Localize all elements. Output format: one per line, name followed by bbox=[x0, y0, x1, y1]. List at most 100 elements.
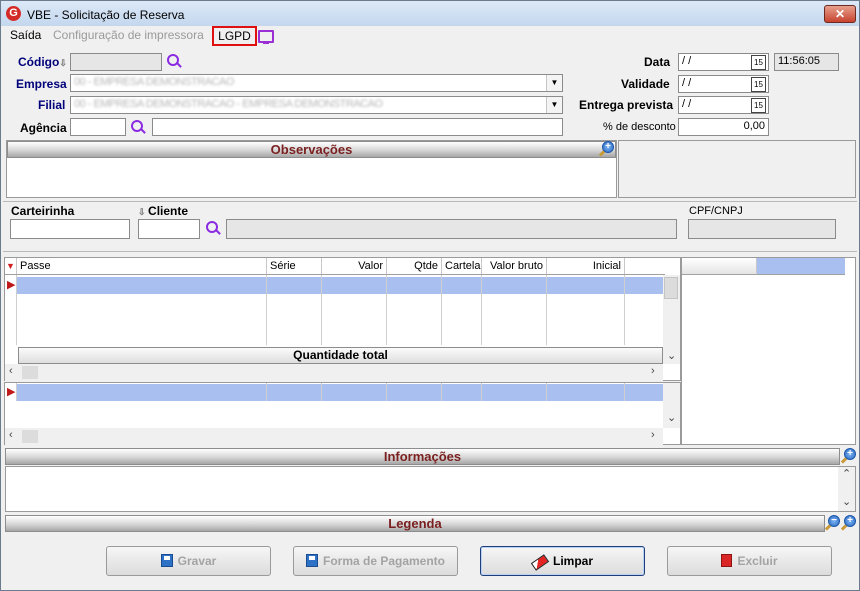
grid-line bbox=[546, 275, 547, 345]
calendar-icon[interactable]: 15 bbox=[751, 98, 766, 113]
table-row[interactable] bbox=[17, 277, 663, 294]
calendar-icon[interactable]: 15 bbox=[751, 77, 766, 92]
window-title: VBE - Solicitação de Reserva bbox=[27, 8, 185, 22]
eraser-icon bbox=[530, 554, 550, 571]
forma-pagamento-button[interactable]: Forma de Pagamento bbox=[293, 546, 458, 576]
save-icon bbox=[160, 554, 173, 567]
col-serie[interactable]: Série bbox=[267, 258, 322, 274]
monitor-icon[interactable] bbox=[258, 30, 274, 44]
chevron-up-icon[interactable]: ⌃ bbox=[842, 467, 851, 480]
grid-line bbox=[441, 275, 442, 345]
col-valor[interactable]: Valor bbox=[322, 258, 387, 274]
filial-label: Filial bbox=[38, 98, 66, 112]
sort-indicator-icon[interactable]: ▼ bbox=[5, 258, 17, 274]
data-value: / / bbox=[682, 55, 692, 67]
scroll-thumb[interactable] bbox=[22, 430, 38, 443]
chevron-right-icon[interactable]: › bbox=[651, 429, 655, 441]
zoom-in-icon[interactable]: + bbox=[598, 141, 614, 157]
table-row[interactable] bbox=[17, 384, 663, 401]
cliente-label: ⇩ Cliente bbox=[138, 204, 189, 218]
data-input[interactable]: / / 15 bbox=[678, 53, 769, 71]
grid-line bbox=[321, 275, 322, 345]
cpf-cnpj-label: CPF/CNPJ bbox=[689, 205, 743, 217]
chevron-left-icon[interactable]: ‹ bbox=[9, 365, 13, 377]
scroll-thumb[interactable] bbox=[664, 277, 678, 299]
cliente-code-input[interactable] bbox=[138, 219, 200, 239]
grid-line bbox=[441, 383, 442, 401]
divider bbox=[3, 251, 857, 252]
zoom-in-icon[interactable]: + bbox=[840, 448, 856, 464]
col-valor-bruto[interactable]: Valor bruto bbox=[482, 258, 547, 274]
codigo-input[interactable] bbox=[70, 53, 162, 71]
limpar-button[interactable]: Limpar bbox=[480, 546, 645, 576]
side-grid-header-cell[interactable] bbox=[682, 258, 757, 275]
empresa-label: Empresa bbox=[16, 77, 67, 91]
chevron-right-icon[interactable]: › bbox=[651, 365, 655, 377]
row-pointer-icon: ▶ bbox=[7, 279, 16, 291]
grid-line bbox=[386, 383, 387, 401]
col-cartela[interactable]: Cartela bbox=[442, 258, 482, 274]
entrega-prevista-value: / / bbox=[682, 98, 692, 110]
horizontal-scrollbar[interactable]: ‹ › bbox=[5, 428, 663, 445]
chevron-down-icon[interactable]: ⌄ bbox=[667, 349, 676, 362]
informacoes-panel[interactable]: ⌃ ⌄ bbox=[5, 466, 856, 512]
chevron-down-icon[interactable]: ⌄ bbox=[842, 495, 851, 508]
validade-label: Validade bbox=[621, 77, 670, 91]
grid-line bbox=[321, 383, 322, 401]
details-grid[interactable]: ▶ ⌄ ‹ › bbox=[4, 382, 681, 445]
zoom-out-icon[interactable]: − bbox=[824, 515, 840, 531]
menu-configuracao-impressora[interactable]: Configuração de impressora bbox=[53, 28, 204, 42]
row-pointer-icon: ▶ bbox=[7, 386, 16, 398]
search-icon[interactable] bbox=[131, 120, 146, 134]
zoom-in-icon[interactable]: + bbox=[840, 515, 856, 531]
empresa-select[interactable]: 00 - EMPRESA DEMONSTRACAO ▼ bbox=[70, 74, 563, 92]
agencia-name-input[interactable] bbox=[152, 118, 563, 136]
gravar-button[interactable]: Gravar bbox=[106, 546, 271, 576]
grid-line bbox=[481, 275, 482, 345]
scroll-thumb[interactable] bbox=[22, 366, 38, 379]
observacoes-side-panel bbox=[618, 140, 856, 198]
trash-icon bbox=[721, 554, 733, 567]
close-button[interactable]: ✕ bbox=[824, 5, 856, 23]
search-icon[interactable] bbox=[167, 54, 182, 68]
search-icon[interactable] bbox=[206, 221, 221, 235]
excluir-button[interactable]: Excluir bbox=[667, 546, 832, 576]
desconto-input[interactable]: 0,00 bbox=[678, 118, 769, 136]
menu-lgpd[interactable]: LGPD bbox=[212, 26, 257, 46]
limpar-label: Limpar bbox=[552, 554, 593, 568]
passes-grid[interactable]: ▼ Passe Série Valor Qtde Cartela Valor b… bbox=[4, 257, 681, 381]
chevron-down-icon[interactable]: ▼ bbox=[546, 75, 562, 91]
menu-saida[interactable]: Saída bbox=[10, 28, 41, 42]
carteirinha-input[interactable] bbox=[10, 219, 130, 239]
filial-select[interactable]: 00 - EMPRESA DEMONSTRACAO - EMPRESA DEMO… bbox=[70, 96, 563, 114]
vertical-scrollbar[interactable]: ⌄ bbox=[663, 275, 680, 364]
filial-value: 00 - EMPRESA DEMONSTRACAO - EMPRESA DEMO… bbox=[74, 98, 383, 110]
entrega-prevista-input[interactable]: / / 15 bbox=[678, 96, 769, 114]
cpf-cnpj-input[interactable] bbox=[688, 219, 836, 239]
empresa-value: 00 - EMPRESA DEMONSTRACAO bbox=[74, 76, 234, 88]
legenda-header: Legenda bbox=[5, 515, 825, 532]
vertical-scrollbar[interactable]: ⌄ bbox=[663, 383, 680, 428]
col-passe[interactable]: Passe bbox=[17, 258, 267, 274]
side-grid-panel[interactable] bbox=[681, 257, 856, 445]
app-logo-icon: G bbox=[6, 6, 21, 21]
vertical-scrollbar[interactable]: ⌃ ⌄ bbox=[838, 467, 855, 511]
chevron-down-icon[interactable]: ⌄ bbox=[667, 411, 676, 424]
chevron-left-icon[interactable]: ‹ bbox=[9, 429, 13, 441]
grid-line bbox=[546, 383, 547, 401]
calendar-icon[interactable]: 15 bbox=[751, 55, 766, 70]
validade-input[interactable]: / / 15 bbox=[678, 75, 769, 93]
carteirinha-label: Carteirinha bbox=[11, 204, 75, 218]
col-qtde[interactable]: Qtde bbox=[387, 258, 442, 274]
col-inicial[interactable]: Inicial bbox=[547, 258, 625, 274]
entrega-prevista-label: Entrega prevista bbox=[579, 98, 674, 112]
chevron-down-icon[interactable]: ▼ bbox=[546, 97, 562, 113]
gravar-label: Gravar bbox=[177, 554, 217, 568]
cliente-name-input[interactable] bbox=[226, 219, 677, 239]
side-grid-header-selected[interactable] bbox=[757, 258, 845, 275]
observacoes-header: Observações bbox=[7, 141, 616, 158]
horizontal-scrollbar[interactable]: ‹ › bbox=[5, 364, 663, 381]
agencia-code-input[interactable] bbox=[70, 118, 126, 136]
grid-line bbox=[624, 383, 625, 401]
data-label: Data bbox=[644, 55, 671, 69]
